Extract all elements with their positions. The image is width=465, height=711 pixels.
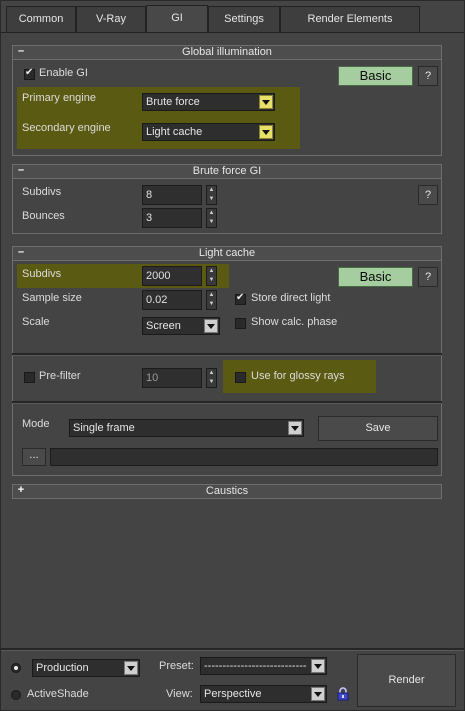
chevron-down-icon[interactable] xyxy=(259,125,273,139)
rollout-title: Caustics xyxy=(205,485,249,497)
scale-value: Screen xyxy=(146,320,181,332)
scale-label: Scale xyxy=(22,316,50,328)
collapse-icon: – xyxy=(17,164,25,176)
store-direct-light-label: Store direct light xyxy=(251,292,331,304)
activeshade-label: ActiveShade xyxy=(27,688,89,700)
render-mode-dropdown[interactable]: Production xyxy=(32,659,140,677)
activeshade-radio[interactable] xyxy=(11,690,21,700)
tab-gi[interactable]: GI xyxy=(146,5,208,33)
bf-bounces-label: Bounces xyxy=(22,210,65,222)
chevron-down-icon[interactable] xyxy=(288,421,302,435)
tab-common[interactable]: Common xyxy=(6,6,76,32)
view-value: Perspective xyxy=(204,688,262,700)
bf-help-button[interactable]: ? xyxy=(418,185,438,205)
tab-vray[interactable]: V-Ray xyxy=(76,6,146,32)
collapse-icon: – xyxy=(17,45,25,57)
prefilter-spinner[interactable]: ▲ ▼ xyxy=(206,368,217,388)
save-button[interactable]: Save xyxy=(318,416,438,441)
show-calc-phase-checkbox[interactable] xyxy=(235,318,246,329)
preset-label: Preset: xyxy=(159,660,194,672)
primary-engine-value: Brute force xyxy=(146,96,200,108)
bf-subdivs-label: Subdivs xyxy=(22,186,62,198)
rollout-title: Brute force GI xyxy=(192,165,262,177)
chevron-down-icon[interactable] xyxy=(311,659,325,673)
bf-bounces-spinner[interactable]: ▲ ▼ xyxy=(206,208,217,228)
chevron-down-icon[interactable] xyxy=(124,661,138,675)
lock-icon[interactable] xyxy=(335,686,351,702)
primary-engine-label: Primary engine xyxy=(22,92,96,104)
mode-label: Mode xyxy=(22,418,50,430)
bf-subdivs-input[interactable]: 8 xyxy=(142,185,202,205)
rollout-caustics-header[interactable]: + Caustics xyxy=(12,484,442,499)
prefilter-checkbox[interactable] xyxy=(24,372,35,383)
prefilter-input[interactable]: 10 xyxy=(142,368,202,388)
tab-render-elements[interactable]: Render Elements xyxy=(280,6,420,32)
rollout-brute-force-gi-panel xyxy=(12,179,442,234)
rollout-title: Global illumination xyxy=(182,46,272,58)
gi-help-button[interactable]: ? xyxy=(418,66,438,86)
secondary-engine-dropdown[interactable]: Light cache xyxy=(142,123,275,141)
rollout-global-illumination-header[interactable]: – Global illumination xyxy=(12,45,442,60)
sample-size-label: Sample size xyxy=(22,292,82,304)
sample-size-spinner[interactable]: ▲ ▼ xyxy=(206,290,217,310)
chevron-down-icon[interactable] xyxy=(259,95,273,109)
show-calc-phase-label: Show calc. phase xyxy=(251,316,338,328)
render-button[interactable]: Render xyxy=(357,654,456,707)
bf-subdivs-spinner[interactable]: ▲ ▼ xyxy=(206,185,217,205)
file-path-input[interactable] xyxy=(50,448,438,466)
enable-gi-label: Enable GI xyxy=(39,67,88,79)
lc-subdivs-spinner[interactable]: ▲ ▼ xyxy=(206,266,217,286)
gi-basic-mode-button[interactable]: Basic xyxy=(338,66,413,86)
check-icon: ✔ xyxy=(25,67,34,78)
check-icon: ✔ xyxy=(236,292,245,303)
secondary-engine-label: Secondary engine xyxy=(22,122,111,134)
enable-gi-checkbox[interactable]: ✔ xyxy=(24,67,35,80)
browse-button[interactable]: ... xyxy=(22,448,46,466)
glossy-rays-label: Use for glossy rays xyxy=(251,370,345,382)
preset-dropdown[interactable]: ---------------------------- xyxy=(200,657,327,675)
render-mode-value: Production xyxy=(36,662,89,674)
section-divider xyxy=(12,353,442,356)
view-dropdown[interactable]: Perspective xyxy=(200,685,327,703)
mode-dropdown[interactable]: Single frame xyxy=(69,419,304,437)
lc-subdivs-input[interactable]: 2000 xyxy=(142,266,202,286)
tab-settings[interactable]: Settings xyxy=(208,6,280,32)
production-radio[interactable] xyxy=(11,663,21,673)
lc-basic-mode-button[interactable]: Basic xyxy=(338,267,413,287)
primary-engine-dropdown[interactable]: Brute force xyxy=(142,93,275,111)
expand-icon: + xyxy=(17,484,25,496)
glossy-rays-checkbox[interactable] xyxy=(235,372,246,383)
lc-help-button[interactable]: ? xyxy=(418,267,438,287)
lc-subdivs-label: Subdivs xyxy=(22,268,62,280)
section-divider xyxy=(12,401,442,404)
secondary-engine-value: Light cache xyxy=(146,126,203,138)
preset-value: ---------------------------- xyxy=(204,660,307,672)
rollout-title: Light cache xyxy=(198,247,256,259)
collapse-icon: – xyxy=(17,246,25,258)
store-direct-light-checkbox[interactable]: ✔ xyxy=(235,292,246,305)
mode-value: Single frame xyxy=(73,422,135,434)
chevron-down-icon[interactable] xyxy=(311,687,325,701)
scale-dropdown[interactable]: Screen xyxy=(142,317,220,335)
chevron-down-icon[interactable] xyxy=(204,319,218,333)
rollout-brute-force-gi-header[interactable]: – Brute force GI xyxy=(12,164,442,179)
prefilter-label: Pre-filter xyxy=(39,370,81,382)
rollout-light-cache-header[interactable]: – Light cache xyxy=(12,246,442,261)
view-label: View: xyxy=(166,688,193,700)
sample-size-input[interactable]: 0.02 xyxy=(142,290,202,310)
bf-bounces-input[interactable]: 3 xyxy=(142,208,202,228)
bottom-divider xyxy=(0,648,465,651)
tab-divider xyxy=(0,32,465,33)
